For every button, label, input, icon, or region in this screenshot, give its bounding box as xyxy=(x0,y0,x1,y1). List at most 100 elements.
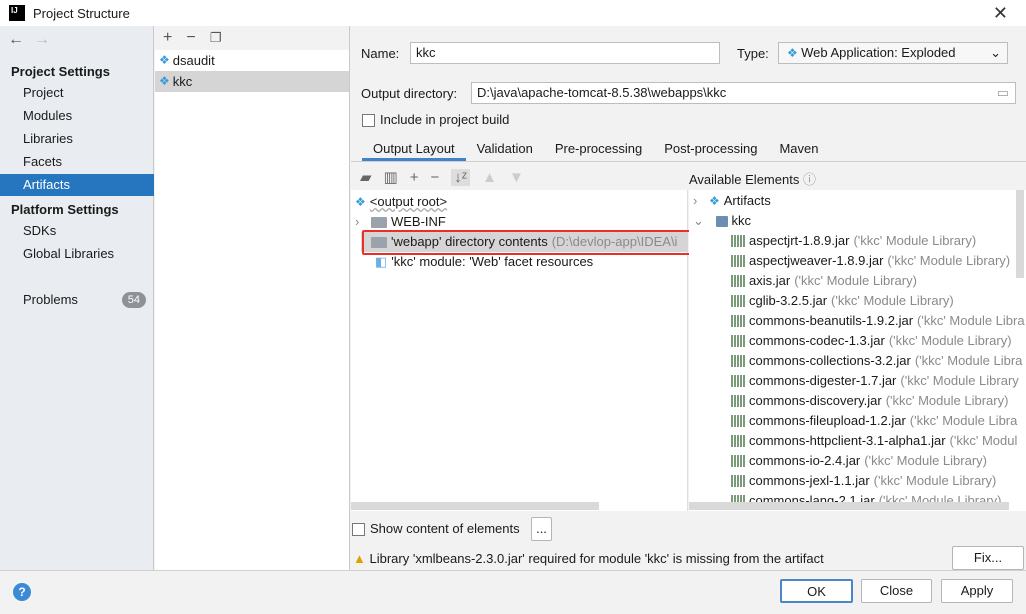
project-settings-heading: Project Settings xyxy=(11,64,110,79)
show-content-checkbox[interactable]: Show content of elements xyxy=(352,521,520,537)
show-content-options-button[interactable]: ... xyxy=(531,517,552,541)
problems-label: Problems xyxy=(23,292,78,307)
tree-item-jar[interactable]: commons-discovery.jar ('kkc' Module Libra… xyxy=(731,391,1008,411)
tree-item-artifacts[interactable]: › ❖ Artifacts xyxy=(693,191,771,211)
name-input[interactable]: kkc xyxy=(410,42,720,64)
apply-button[interactable]: Apply xyxy=(941,579,1013,603)
output-directory-input[interactable]: D:\java\apache-tomcat-8.5.38\webapps\kkc… xyxy=(471,82,1016,104)
artifact-toolbar: + − ❐ xyxy=(155,26,349,50)
tree-item-jar[interactable]: commons-jexl-1.1.jar ('kkc' Module Librar… xyxy=(731,471,996,491)
move-up-icon[interactable]: ▲ xyxy=(482,169,497,186)
jar-name: commons-beanutils-1.9.2.jar xyxy=(749,313,914,328)
tree-item-jar[interactable]: axis.jar ('kkc' Module Library) xyxy=(731,271,917,291)
library-icon xyxy=(731,475,745,487)
tree-item-jar[interactable]: commons-digester-1.7.jar ('kkc' Module Li… xyxy=(731,371,1019,391)
tab-validation[interactable]: Validation xyxy=(466,138,544,161)
tab-maven[interactable]: Maven xyxy=(768,138,829,161)
tree-item-jar[interactable]: commons-collections-3.2.jar ('kkc' Module… xyxy=(731,351,1022,371)
jar-source: ('kkc' Module Library) xyxy=(831,293,954,308)
horizontal-scrollbar[interactable] xyxy=(351,502,599,510)
web-facet-icon: ◧ xyxy=(375,254,388,269)
tree-label: WEB-INF xyxy=(390,214,446,229)
tree-item-jar[interactable]: cglib-3.2.5.jar ('kkc' Module Library) xyxy=(731,291,954,311)
sidebar-item-modules[interactable]: Modules xyxy=(0,105,154,127)
jar-source: ('kkc' Module Library) xyxy=(853,233,977,248)
sidebar-item-project[interactable]: Project xyxy=(0,82,154,104)
tree-item-kkc-module[interactable]: ⌄ kkc xyxy=(693,211,751,231)
chevron-right-icon[interactable]: › xyxy=(355,212,359,232)
available-elements-tree: › ❖ Artifacts ⌄ kkc aspectjrt-1.8.9.jar ('… xyxy=(689,190,1026,511)
tab-post-processing[interactable]: Post-processing xyxy=(653,138,768,161)
artifact-item-kkc[interactable]: ❖ kkc xyxy=(155,71,349,92)
tree-item-web-inf[interactable]: › WEB-INF xyxy=(355,212,446,232)
copy-icon[interactable]: ❐ xyxy=(210,30,222,46)
jar-name: axis.jar xyxy=(749,273,791,288)
remove-icon[interactable]: − xyxy=(186,29,195,47)
horizontal-scrollbar[interactable] xyxy=(689,502,1009,510)
type-label: Type: xyxy=(737,46,769,61)
include-in-build-label: Include in project build xyxy=(380,112,510,127)
library-icon xyxy=(731,435,745,447)
type-select[interactable]: ❖ Web Application: Exploded ⌄ xyxy=(778,42,1008,64)
sidebar-item-artifacts[interactable]: Artifacts xyxy=(0,174,154,196)
tree-item-jar[interactable]: aspectjrt-1.8.9.jar ('kkc' Module Library… xyxy=(731,231,976,251)
sidebar-item-libraries[interactable]: Libraries xyxy=(0,128,154,150)
tab-bar: Output Layout Validation Pre-processing … xyxy=(351,138,1026,162)
library-icon xyxy=(731,275,745,287)
sidebar-item-facets[interactable]: Facets xyxy=(0,151,154,173)
tree-item-jar[interactable]: commons-io-2.4.jar ('kkc' Module Library) xyxy=(731,451,987,471)
library-icon xyxy=(731,395,745,407)
layout-toolbar: ▰ ▥ + − ↓ᶻ ▲ ▼ xyxy=(360,166,524,188)
tree-item-output-root[interactable]: ❖ <output root> xyxy=(355,192,447,212)
library-icon xyxy=(731,415,745,427)
show-content-label: Show content of elements xyxy=(370,521,520,536)
tree-item-jar[interactable]: commons-beanutils-1.9.2.jar ('kkc' Module… xyxy=(731,311,1025,331)
fix-button[interactable]: Fix... xyxy=(952,546,1024,570)
add-icon[interactable]: + xyxy=(163,29,172,47)
vertical-scrollbar[interactable] xyxy=(1016,190,1024,278)
problems-count-badge: 54 xyxy=(121,292,146,308)
tab-output-layout[interactable]: Output Layout xyxy=(362,138,466,161)
tree-item-jar[interactable]: commons-fileupload-1.2.jar ('kkc' Module … xyxy=(731,411,1017,431)
window-title: Project Structure xyxy=(33,5,130,21)
platform-settings-heading: Platform Settings xyxy=(11,202,119,217)
sort-icon[interactable]: ↓ᶻ xyxy=(451,168,471,186)
sidebar-item-problems[interactable]: Problems 54 xyxy=(0,289,154,311)
ok-button[interactable]: OK xyxy=(780,579,853,603)
remove-icon[interactable]: − xyxy=(431,169,440,186)
tree-item-web-facet[interactable]: ◧'kkc' module: 'Web' facet resources xyxy=(375,252,593,272)
artifact-list-panel: + − ❐ ❖ dsaudit ❖ kkc xyxy=(155,26,350,570)
forward-arrow-icon[interactable]: → xyxy=(34,31,50,49)
add-dropdown-icon[interactable]: + xyxy=(410,169,419,186)
back-arrow-icon[interactable]: ← xyxy=(8,31,24,49)
close-button[interactable]: Close xyxy=(861,579,932,603)
tree-item-jar[interactable]: aspectjweaver-1.8.9.jar ('kkc' Module Lib… xyxy=(731,251,1010,271)
sidebar-item-global-libraries[interactable]: Global Libraries xyxy=(0,243,154,265)
include-in-build-checkbox[interactable]: Include in project build xyxy=(362,112,510,128)
help-icon[interactable]: ? xyxy=(13,583,31,601)
missing-library-warning: ▲ Library 'xmlbeans-2.3.0.jar' required … xyxy=(353,551,824,566)
module-icon xyxy=(715,215,728,227)
library-icon xyxy=(731,455,745,467)
artifact-icon: ❖ xyxy=(355,195,366,209)
jar-source: ('kkc' Module Library) xyxy=(888,333,1012,348)
new-folder-icon[interactable]: ▰ xyxy=(360,168,372,186)
artifact-item-dsaudit[interactable]: ❖ dsaudit xyxy=(155,50,349,71)
tree-item-jar[interactable]: commons-httpclient-3.1-alpha1.jar ('kkc' … xyxy=(731,431,1017,451)
name-label: Name: xyxy=(361,46,400,61)
tab-pre-processing[interactable]: Pre-processing xyxy=(544,138,653,161)
chevron-down-icon[interactable]: ⌄ xyxy=(693,211,704,231)
jar-name: aspectjweaver-1.8.9.jar xyxy=(749,253,884,268)
type-value: Web Application: Exploded xyxy=(801,45,956,60)
tree-item-jar[interactable]: commons-codec-1.3.jar ('kkc' Module Libra… xyxy=(731,331,1012,351)
close-icon[interactable]: ✕ xyxy=(993,3,1008,24)
folder-browse-icon[interactable]: ▭ xyxy=(997,83,1009,103)
help-icon[interactable]: ⓘ xyxy=(803,172,816,187)
title-bar: IJ Project Structure xyxy=(0,0,1026,26)
move-down-icon[interactable]: ▼ xyxy=(509,169,524,186)
chevron-down-icon: ⌄ xyxy=(990,45,1001,60)
sidebar-item-sdks[interactable]: SDKs xyxy=(0,220,154,242)
library-icon xyxy=(731,315,745,327)
archive-icon[interactable]: ▥ xyxy=(384,168,398,186)
output-directory-label: Output directory: xyxy=(361,86,458,101)
